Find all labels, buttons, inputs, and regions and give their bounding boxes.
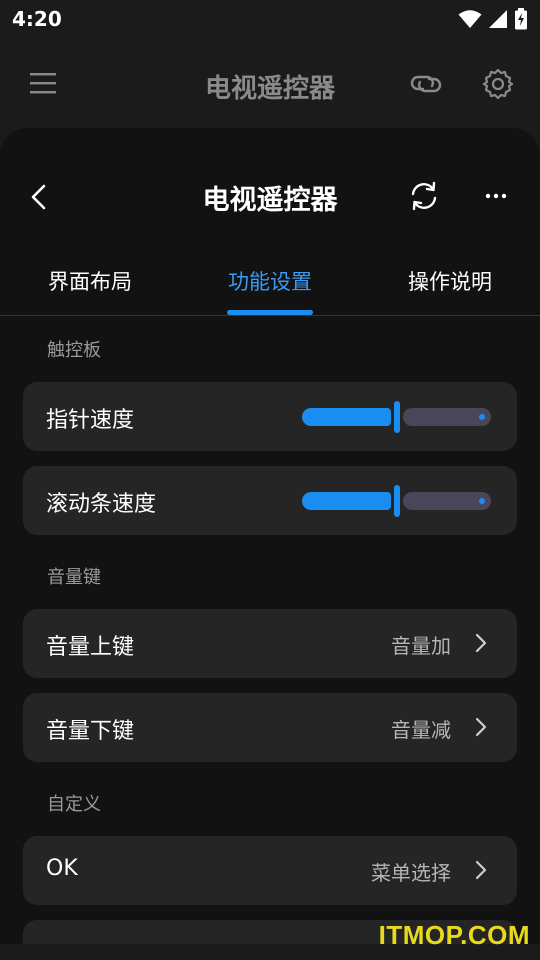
volume-up-label: 音量上键 bbox=[46, 635, 135, 660]
volume-up-row[interactable]: 音量上键 音量加 bbox=[23, 609, 517, 678]
status-bar: 4:20 bbox=[0, 0, 540, 38]
wifi-icon bbox=[458, 10, 482, 28]
refresh-icon[interactable] bbox=[410, 181, 438, 211]
volume-down-row[interactable]: 音量下键 音量减 bbox=[23, 693, 517, 762]
slider-end-dot bbox=[479, 414, 485, 420]
settings-sheet: 电视遥控器 界面布局 功能设置 操作说明 触控板 指针速度 滚动条速度 音量键 … bbox=[0, 128, 540, 944]
chevron-right-icon bbox=[475, 860, 487, 880]
slider-end-dot bbox=[479, 498, 485, 504]
volume-down-value: 音量减 bbox=[391, 718, 451, 742]
tab-bar: 界面布局 功能设置 操作说明 bbox=[0, 248, 540, 316]
chevron-right-icon bbox=[475, 717, 487, 737]
watermark-logo: ITMOP.COM bbox=[378, 920, 530, 950]
section-label-volume: 音量键 bbox=[47, 567, 101, 588]
pointer-speed-slider[interactable] bbox=[302, 401, 491, 433]
section-label-custom: 自定义 bbox=[47, 794, 101, 815]
app-title: 电视遥控器 bbox=[204, 74, 335, 104]
sheet-title: 电视遥控器 bbox=[202, 185, 338, 216]
ok-key-row[interactable]: OK 菜单选择 bbox=[23, 836, 517, 905]
status-icons bbox=[458, 8, 528, 30]
tab-indicator bbox=[227, 310, 313, 315]
tab-function-settings[interactable]: 功能设置 bbox=[228, 266, 312, 296]
slider-track bbox=[403, 408, 491, 426]
slider-thumb[interactable] bbox=[394, 485, 400, 517]
slider-track bbox=[403, 492, 491, 510]
sheet-header: 电视遥控器 bbox=[0, 168, 540, 224]
scrollbar-speed-label: 滚动条速度 bbox=[46, 492, 157, 517]
app-bar: 电视遥控器 bbox=[0, 50, 540, 120]
volume-up-value: 音量加 bbox=[391, 634, 451, 658]
status-time: 4:20 bbox=[12, 7, 62, 31]
pointer-speed-label: 指针速度 bbox=[46, 408, 135, 433]
ok-key-label: OK bbox=[46, 856, 78, 881]
scrollbar-speed-row: 滚动条速度 bbox=[23, 466, 517, 535]
signal-icon bbox=[489, 10, 507, 28]
slider-fill bbox=[302, 492, 391, 510]
slider-fill bbox=[302, 408, 391, 426]
tab-instructions[interactable]: 操作说明 bbox=[408, 266, 492, 296]
battery-icon bbox=[515, 8, 527, 30]
chevron-right-icon bbox=[475, 633, 487, 653]
volume-down-label: 音量下键 bbox=[46, 719, 135, 744]
pointer-speed-row: 指针速度 bbox=[23, 382, 517, 451]
link-icon[interactable] bbox=[410, 70, 442, 98]
ok-key-value: 菜单选择 bbox=[371, 861, 451, 885]
more-icon[interactable] bbox=[485, 193, 507, 199]
gear-icon[interactable] bbox=[482, 68, 514, 100]
scrollbar-speed-slider[interactable] bbox=[302, 485, 491, 517]
slider-thumb[interactable] bbox=[394, 401, 400, 433]
tab-layout[interactable]: 界面布局 bbox=[48, 266, 132, 296]
section-label-touchpad: 触控板 bbox=[47, 340, 101, 361]
